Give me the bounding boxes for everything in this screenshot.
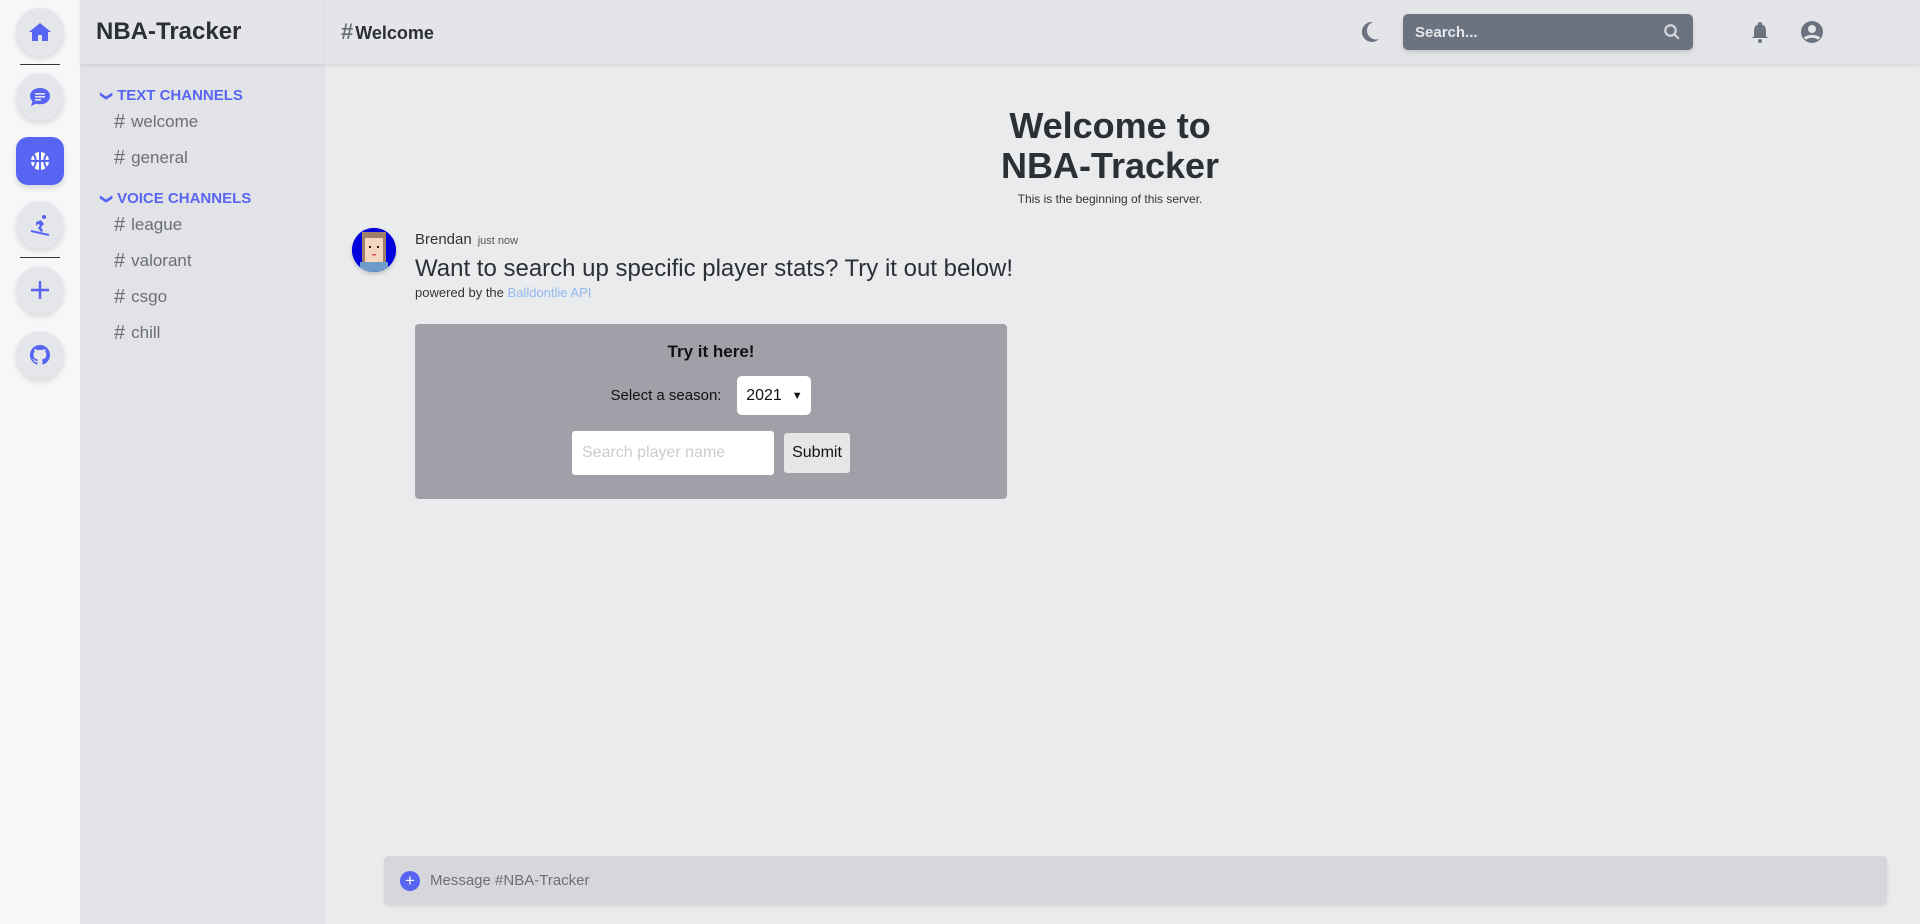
home-icon <box>29 23 51 41</box>
chevron-down-icon: ❯ <box>100 90 115 101</box>
season-select[interactable]: 2021 ▼ <box>737 376 812 415</box>
server-rail <box>0 0 80 924</box>
hash-icon: # <box>114 146 126 169</box>
hash-icon: # <box>114 249 126 272</box>
channel-general[interactable]: # general <box>114 140 325 176</box>
top-bar: # Welcome Search... <box>325 0 1920 64</box>
chat-icon <box>30 88 50 106</box>
avatar-image <box>352 228 396 272</box>
channel-chill[interactable]: # chill <box>114 315 325 351</box>
welcome-subtitle: This is the beginning of this server. <box>1017 192 1203 206</box>
category-label: TEXT CHANNELS <box>117 87 243 104</box>
plus-icon[interactable]: + <box>400 870 420 891</box>
moon-icon[interactable] <box>1358 20 1382 44</box>
message-time: just now <box>477 235 519 247</box>
search-input[interactable]: Search... <box>1403 14 1693 50</box>
welcome-line2: NBA-Tracker <box>1000 145 1220 186</box>
channel-title-text: Welcome <box>355 23 434 43</box>
chevron-down-icon: ❯ <box>100 193 115 204</box>
plus-icon <box>31 281 49 299</box>
message: Brendan just now Want to search up specif… <box>415 231 1013 300</box>
player-search-widget: Try it here! Select a season: 2021 ▼ Sear… <box>415 324 1007 499</box>
season-label: Select a season: <box>610 387 722 404</box>
basketball-icon <box>31 152 49 170</box>
hash-icon: # <box>114 321 126 344</box>
github-icon <box>29 344 50 365</box>
messages-button[interactable] <box>16 73 64 121</box>
server-name: NBA-Tracker <box>80 0 325 64</box>
channel-sidebar: NBA-Tracker ❯ TEXT CHANNELS # welcome # gen… <box>80 0 325 924</box>
snowboarding-icon <box>30 215 50 236</box>
welcome-title: Welcome to NBA-Tracker <box>900 106 1320 186</box>
message-author[interactable]: Brendan <box>415 231 472 248</box>
composer-placeholder: Message #NBA-Tracker <box>430 872 590 889</box>
balldontlie-api-link[interactable]: Balldontlie API <box>508 285 592 300</box>
server-snowboard[interactable] <box>16 201 64 249</box>
channel-league[interactable]: # league <box>114 207 325 243</box>
divider <box>20 64 60 65</box>
channel-welcome[interactable]: # welcome <box>114 104 325 140</box>
hash-icon: # <box>114 285 126 308</box>
avatar[interactable] <box>352 228 396 272</box>
channel-label: csgo <box>131 287 168 306</box>
message-composer[interactable]: + Message #NBA-Tracker <box>384 856 1887 905</box>
channel-label: valorant <box>131 251 192 270</box>
channel-label: league <box>131 215 183 234</box>
submit-button[interactable]: Submit <box>784 433 850 473</box>
category-label: VOICE CHANNELS <box>117 190 252 207</box>
channel-label: welcome <box>131 112 199 131</box>
channel-csgo[interactable]: # csgo <box>114 279 325 315</box>
powered-by: powered by the Balldontlie API <box>415 285 1013 300</box>
season-value: 2021 <box>746 386 782 404</box>
add-server-button[interactable] <box>16 266 64 314</box>
welcome-banner: Welcome to NBA-Tracker This is the beginn… <box>900 106 1320 207</box>
channel-valorant[interactable]: # valorant <box>114 243 325 279</box>
welcome-line1: Welcome to <box>1009 105 1211 146</box>
divider <box>20 257 60 258</box>
hash-icon: # <box>341 19 354 44</box>
channel-label: chill <box>131 323 161 342</box>
message-text: Want to search up specific player stats?… <box>415 255 1014 282</box>
player-name-placeholder: Search player name <box>582 444 726 461</box>
server-nba-tracker[interactable] <box>16 137 64 185</box>
widget-title: Try it here! <box>667 342 755 361</box>
chevron-down-icon: ▼ <box>791 389 803 402</box>
bell-icon[interactable] <box>1748 20 1772 44</box>
channel-title: # Welcome <box>341 19 434 45</box>
search-icon[interactable] <box>1663 23 1681 41</box>
player-name-input[interactable]: Search player name <box>572 431 774 475</box>
powered-prefix: powered by the <box>415 285 504 300</box>
user-profile-icon[interactable] <box>1800 20 1824 44</box>
search-placeholder: Search... <box>1415 23 1478 41</box>
home-button[interactable] <box>16 8 64 56</box>
github-button[interactable] <box>16 331 64 379</box>
category-voice-channels[interactable]: ❯ VOICE CHANNELS <box>100 190 325 207</box>
category-text-channels[interactable]: ❯ TEXT CHANNELS <box>100 87 325 104</box>
channel-label: general <box>131 148 188 167</box>
hash-icon: # <box>114 110 126 133</box>
hash-icon: # <box>114 213 126 236</box>
